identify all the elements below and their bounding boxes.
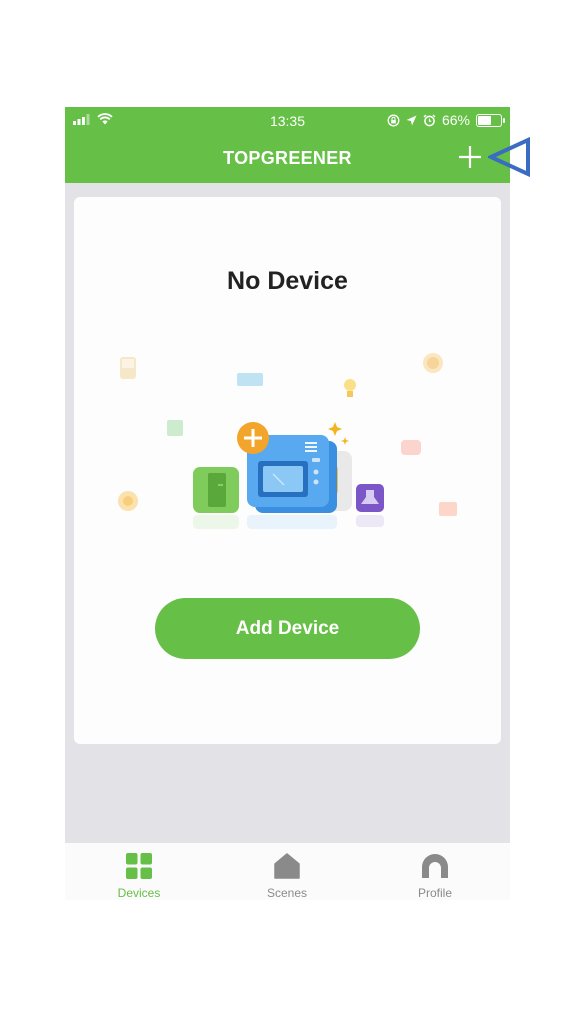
- tab-bar: Devices Scenes Profile: [65, 843, 510, 900]
- plus-icon[interactable]: [457, 144, 483, 170]
- location-icon: [406, 115, 417, 125]
- plug-icon: [167, 420, 183, 436]
- kettle-icon: [439, 502, 457, 516]
- tab-scenes[interactable]: Scenes: [213, 843, 361, 900]
- app-screen: 13:35 66% TOPGREENER No Device Add Devic…: [65, 107, 510, 900]
- devices-illustration: [118, 353, 457, 529]
- empty-state-card: No Device Add Device: [74, 197, 501, 744]
- ac-icon: [237, 373, 263, 386]
- tab-profile[interactable]: Profile: [361, 843, 509, 900]
- bulb-icon: [344, 379, 356, 391]
- tab-devices-label: Devices: [117, 886, 161, 900]
- battery-percent: 66%: [441, 112, 470, 128]
- status-right: 66%: [387, 112, 505, 128]
- grid-icon: [126, 853, 152, 879]
- rotation-lock-icon: [387, 114, 400, 126]
- annotation-arrow-icon: [488, 137, 530, 177]
- home-icon: [274, 853, 300, 879]
- alarm-icon: [423, 114, 436, 126]
- battery-icon: [476, 113, 505, 127]
- speaker-icon: [401, 440, 421, 455]
- app-title: TOPGREENER: [223, 148, 352, 168]
- profile-icon: [422, 854, 448, 878]
- tab-profile-label: Profile: [417, 886, 452, 900]
- tab-scenes-label: Scenes: [266, 886, 308, 900]
- empty-state-title: No Device: [227, 267, 348, 295]
- tab-devices[interactable]: Devices: [65, 843, 213, 900]
- status-bar: 13:35 66%: [65, 107, 510, 133]
- app-header: 13:35 66% TOPGREENER: [65, 107, 510, 183]
- add-device-button[interactable]: Add Device: [155, 598, 420, 659]
- battery-fill: [478, 115, 491, 125]
